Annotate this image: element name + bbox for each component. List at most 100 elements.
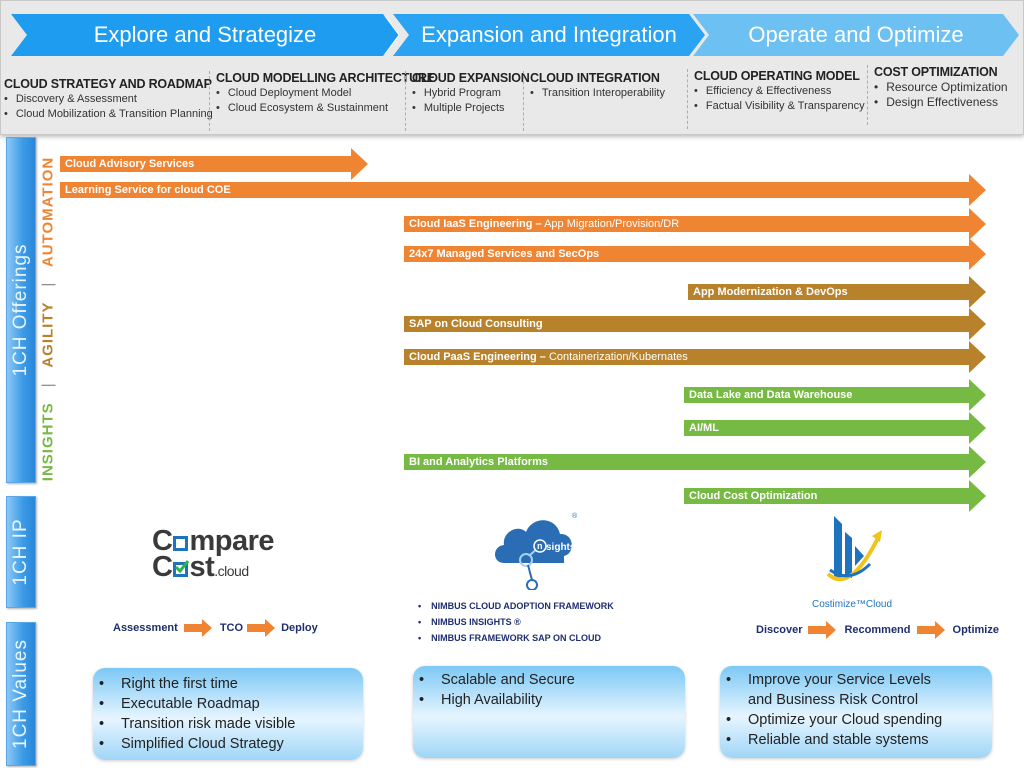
offering-subtitle: Containerization/Kubernates: [545, 351, 688, 363]
flow-step: Recommend: [844, 624, 911, 636]
nimbus-item: NIMBUS INSIGHTS ®: [418, 614, 614, 630]
phase-column: CLOUD EXPANSION Hybrid ProgramMultiple P…: [405, 71, 530, 131]
column-heading: CLOUD OPERATING MODEL: [694, 69, 860, 83]
offering-arrow: Cloud Advisory Services: [60, 148, 368, 180]
phase-chevron-expansion: Expansion and Integration: [393, 14, 705, 56]
theme-labels: INSIGHTS | AGILITY | AUTOMATION: [38, 148, 58, 490]
column-item: Factual Visibility & Transparency: [694, 99, 865, 114]
column-item: Efficiency & Effectiveness: [694, 84, 865, 99]
separator: |: [39, 281, 57, 287]
column-heading: CLOUD STRATEGY AND ROADMAP: [4, 77, 212, 91]
offering-label: AI/ML: [684, 422, 719, 434]
offering-title: Learning Service for cloud COE: [65, 184, 231, 196]
arrow-right-icon: [808, 621, 837, 639]
column-item: Design Effectiveness: [874, 95, 1008, 110]
arrow-right-icon: [247, 619, 276, 637]
value-item: Executable Roadmap: [99, 694, 363, 714]
arrow-bar: [684, 420, 970, 436]
offering-label: App Modernization & DevOps: [688, 286, 848, 298]
offering-arrow: BI and Analytics Platforms: [404, 446, 986, 478]
offering-subtitle: App Migration/Provision/DR: [541, 218, 680, 230]
arrow-head-icon: [969, 276, 986, 308]
column-item: Hybrid Program: [412, 86, 530, 101]
phase-band: Explore and Strategize Expansion and Int…: [0, 0, 1024, 135]
offering-arrow: AI/ML: [684, 412, 986, 444]
column-item: Cloud Deployment Model: [216, 86, 435, 101]
column-item: Cloud Mobilization & Transition Planning: [4, 107, 213, 122]
column-item: Transition Interoperability: [530, 86, 665, 101]
values-box-nimbus: Scalable and Secure High Availability: [413, 666, 685, 758]
offering-arrow: SAP on Cloud Consulting: [404, 308, 986, 340]
arrow-head-icon: [969, 446, 986, 478]
value-item: Transition risk made visible: [99, 714, 363, 734]
offering-title: 24x7 Managed Services and SecOps: [409, 248, 600, 260]
nimbus-item: NIMBUS CLOUD ADOPTION FRAMEWORK: [418, 598, 614, 614]
value-item: Reliable and stable systems: [726, 730, 992, 750]
column-item: Discovery & Assessment: [4, 92, 213, 107]
phase-title: Explore and Strategize: [93, 22, 317, 47]
values-box-costimize: Improve your Service Levels and Business…: [720, 666, 992, 758]
offering-label: SAP on Cloud Consulting: [404, 318, 543, 330]
ip-tab: 1CH IP: [6, 496, 36, 608]
flow-step: Deploy: [281, 622, 318, 634]
offering-label: BI and Analytics Platforms: [404, 456, 548, 468]
phase-title: Operate and Optimize: [748, 22, 964, 47]
value-item: High Availability: [419, 690, 685, 710]
logo-text: st: [189, 551, 215, 583]
offering-arrow: App Modernization & DevOps: [688, 276, 986, 308]
arrow-head-icon: [351, 148, 368, 180]
offering-arrow: Cloud IaaS Engineering – App Migration/P…: [404, 208, 986, 240]
svg-text:®: ®: [572, 512, 578, 520]
phase-column: COST OPTIMIZATION Resource OptimizationD…: [867, 65, 1008, 125]
theme-automation: AUTOMATION: [39, 156, 57, 268]
column-heading: CLOUD EXPANSION: [412, 71, 530, 85]
nimbus-list: NIMBUS CLOUD ADOPTION FRAMEWORK NIMBUS I…: [418, 598, 614, 646]
value-item: Improve your Service Levels and Business…: [726, 670, 958, 710]
nimbus-item: NIMBUS FRAMEWORK SAP ON CLOUD: [418, 630, 614, 646]
logo-text: .cloud: [214, 563, 249, 579]
offering-arrow: Cloud PaaS Engineering – Containerizatio…: [404, 341, 986, 373]
flow-step: TCO: [219, 622, 244, 634]
flow-step: Optimize: [952, 624, 999, 636]
column-item: Cloud Ecosystem & Sustainment: [216, 101, 435, 116]
offering-label: Cloud Advisory Services: [60, 158, 194, 170]
phase-column: CLOUD OPERATING MODEL Efficiency & Effec…: [687, 69, 865, 129]
offering-title: Cloud Cost Optimization: [689, 490, 818, 502]
column-item: Resource Optimization: [874, 80, 1007, 95]
values-box-comparecost: Right the first time Executable Roadmap …: [93, 668, 363, 760]
arrow-head-icon: [969, 341, 986, 373]
costimize-logo-text: Costimize™Cloud: [812, 599, 893, 610]
ip-tab-label: 1CH IP: [10, 518, 31, 586]
phase-column: CLOUD MODELLING ARCHITECTURE Cloud Deplo…: [209, 71, 435, 131]
phase-column: CLOUD STRATEGY AND ROADMAP Discovery & A…: [4, 77, 213, 137]
arrow-head-icon: [969, 412, 986, 444]
arrow-head-icon: [969, 174, 986, 206]
arrow-right-icon: [916, 621, 945, 639]
offering-arrow: Learning Service for cloud COE: [60, 174, 986, 206]
logo-text: C: [152, 551, 173, 583]
column-item: Multiple Projects: [412, 101, 530, 116]
offering-label: Learning Service for cloud COE: [60, 184, 231, 196]
offering-label: Cloud PaaS Engineering – Containerizatio…: [404, 351, 688, 363]
offerings-tab: 1CH Offerings: [6, 137, 36, 483]
offering-label: Data Lake and Data Warehouse: [684, 389, 852, 401]
offering-title: Cloud Advisory Services: [65, 158, 195, 170]
offering-title: BI and Analytics Platforms: [409, 456, 548, 468]
separator: |: [39, 382, 57, 388]
comparecost-flow: Assessment TCO Deploy: [113, 619, 318, 637]
costimize-flow: Discover Recommend Optimize: [756, 621, 999, 639]
offering-arrow: 24x7 Managed Services and SecOps: [404, 238, 986, 270]
bar-chart-icon: [826, 516, 882, 582]
cloud-icon: ® n sights: [495, 512, 578, 591]
values-tab-label: 1CH Values: [10, 639, 31, 749]
offering-arrow: Cloud Cost Optimization: [684, 480, 986, 512]
arrow-right-icon: [183, 619, 212, 637]
offering-title: Cloud IaaS Engineering –: [409, 218, 542, 230]
offering-title: App Modernization & DevOps: [693, 286, 848, 298]
svg-text:n: n: [537, 541, 543, 551]
arrow-head-icon: [969, 238, 986, 270]
offering-title: SAP on Cloud Consulting: [409, 318, 543, 330]
column-heading: COST OPTIMIZATION: [874, 65, 998, 79]
nimbus-insights-logo: ® n sights: [490, 508, 580, 591]
arrow-head-icon: [969, 379, 986, 411]
